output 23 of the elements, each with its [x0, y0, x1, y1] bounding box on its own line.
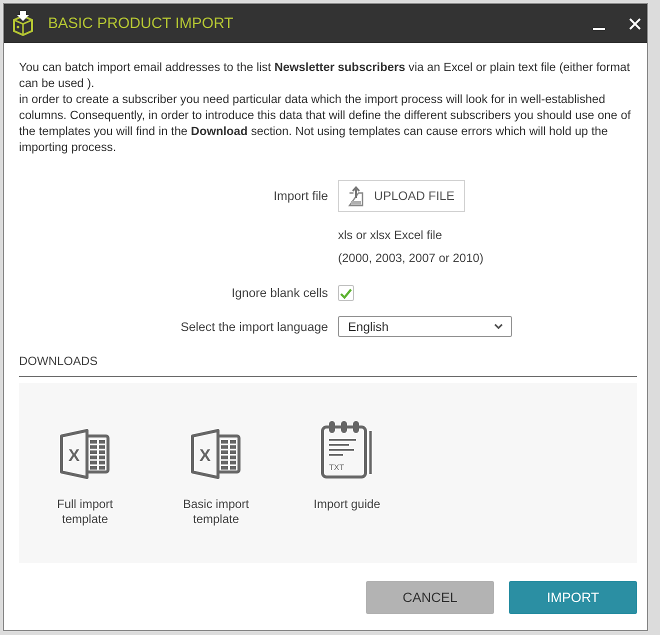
- package-icon: [12, 11, 34, 36]
- language-select[interactable]: English: [338, 316, 512, 337]
- upload-icon: [348, 186, 364, 206]
- checkmark-icon: [340, 288, 352, 298]
- window-title: BASIC PRODUCT IMPORT: [48, 15, 234, 32]
- downloads-heading: DOWNLOADS: [19, 353, 99, 369]
- ignore-blank-label: Ignore blank cells: [232, 286, 328, 300]
- upload-file-button[interactable]: UPLOAD FILE: [338, 180, 465, 212]
- minimize-icon[interactable]: [593, 28, 605, 30]
- chevron-down-icon: [494, 323, 503, 330]
- close-icon[interactable]: [629, 18, 641, 30]
- cancel-button[interactable]: CANCEL: [366, 581, 494, 614]
- download-link[interactable]: Full import template: [40, 497, 130, 527]
- import-button[interactable]: IMPORT: [509, 581, 637, 614]
- ignore-blank-checkbox[interactable]: [338, 285, 354, 301]
- description-text: You can batch import email addresses to the list Newsletter subscribers via an Excel or plain text file (either format can be used ).: [19, 59, 631, 91]
- import-file-label: Import file: [274, 189, 328, 203]
- file-format-hint: xls or xlsx Excel file: [338, 227, 444, 244]
- language-label: Select the import language: [180, 320, 328, 334]
- file-format-hint: (2000, 2003, 2007 or 2010): [338, 250, 484, 267]
- download-link[interactable]: Import guide: [314, 497, 380, 512]
- description-text: in order to create a subscriber you need particular data which the import process will look for in well-established columns. Consequently, in order to introduce this data that will define the different subscribers you should use one of the templates you will find in the Download section. Not using templates can cause errors which will hold up the importing process.: [19, 91, 632, 155]
- download-link[interactable]: Basic import template: [171, 497, 261, 527]
